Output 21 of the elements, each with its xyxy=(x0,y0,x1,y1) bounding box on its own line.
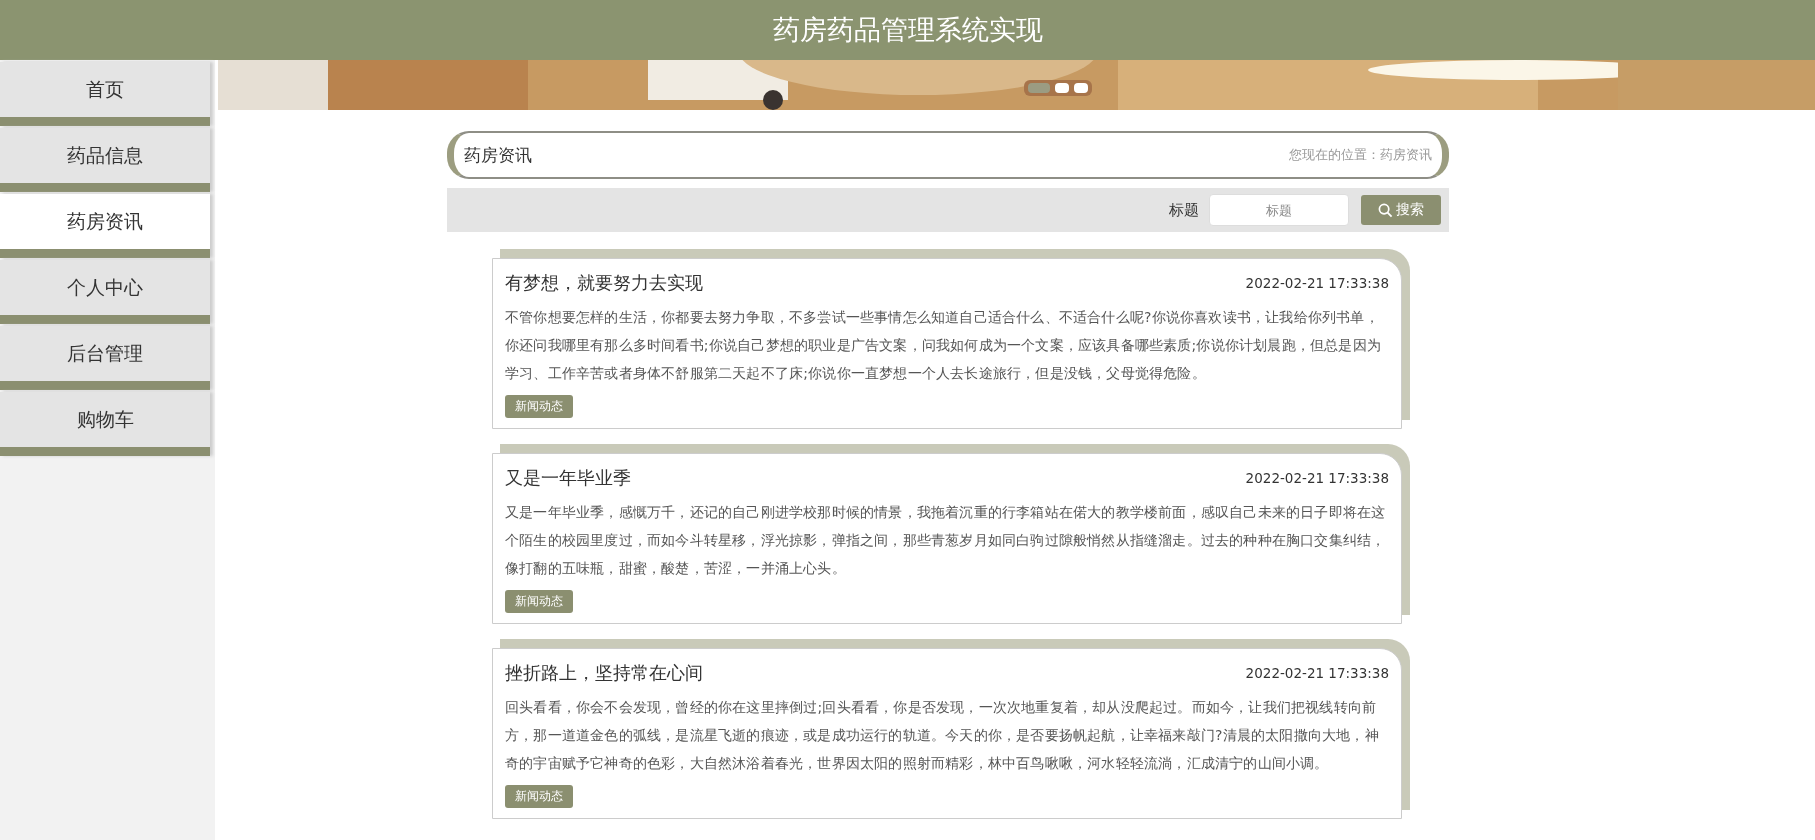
nav-item[interactable]: 药房资讯 xyxy=(0,194,210,258)
search-icon xyxy=(1378,202,1393,218)
nav-item[interactable]: 后台管理 xyxy=(0,326,210,390)
nav-item[interactable]: 购物车 xyxy=(0,392,210,456)
site-title: 药房药品管理系统实现 xyxy=(772,13,1043,47)
article-text: 回头看看，你会不会发现，曾经的你在这里摔倒过;回头看看，你是否发现，一次次地重复着，却从没爬起过。而如今，让我们把视线转向前方，那一道道金色的弧线，是流星飞逝的痕迹，或是成功运行的轨道。今天的你，是否要扬帆起航，让幸福来敲门?清晨的太阳撒向大地，神奇的宇宙赋予它神奇的色彩，大自然沐浴着春光，世界因太阳的照射而精彩，林中百鸟啾啾，河水轻轻流淌，汇成清宁的山间小调。 xyxy=(505,698,1380,773)
article-title: 挫折路上，坚持常在心间 xyxy=(505,661,703,685)
article-text: 又是一年毕业季，感慨万千，还记的自己刚进学校那时候的情景，我拖着沉重的行李箱站在偌大的教学楼前面，感叹自己未来的日子即将在这个陌生的校园里度过，而如今斗转星移，浮光掠影，弹指之间，那些青葱岁月如同白驹过隙般悄然从指缝溜走。过去的种种在胸口交集纠结，像打翻的五味瓶，甜蜜，酸楚，苦涩，一并涌上心头。 xyxy=(505,503,1387,578)
article-title: 有梦想，就要努力去实现 xyxy=(505,271,703,295)
article-date: 2022-02-21 17:33:38 xyxy=(1245,665,1389,681)
search-label: 标题 xyxy=(1169,200,1199,220)
article-date: 2022-02-21 17:33:38 xyxy=(1245,275,1389,291)
nav-item[interactable]: 首页 xyxy=(0,62,210,126)
article-title: 又是一年毕业季 xyxy=(505,466,631,490)
nav-item[interactable]: 个人中心 xyxy=(0,260,210,324)
breadcrumb: 您现在的位置：药房资讯 xyxy=(1289,146,1432,164)
search-field[interactable]: 标题 xyxy=(1209,194,1349,226)
nav-item[interactable]: 药品信息 xyxy=(0,128,210,192)
article-text: 不管你想要怎样的生活，你都要去努力争取，不多尝试一些事情怎么知道自己适合什么、不适合什么呢?你说你喜欢读书，让我给你列书单，你还问我哪里有那么多时间看书;你说自己梦想的职业是广告文案，问我如何成为一个文案，应该具备哪些素质;你说你计划晨跑，但总是因为学习、工作辛苦或者身体不舒服第二天起不了床;你说你一直梦想一个人去长途旅行，但是没钱，父母觉得危险。 xyxy=(505,308,1383,383)
section-title: 药房资讯 xyxy=(464,143,532,167)
article-date: 2022-02-21 17:33:38 xyxy=(1245,470,1389,486)
